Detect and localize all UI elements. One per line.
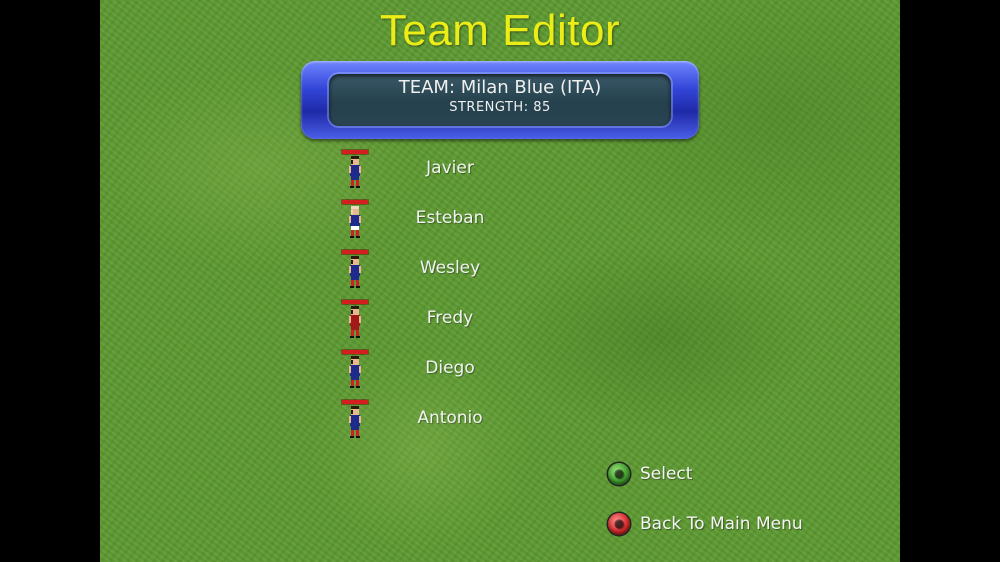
team-info-display: TEAM: Milan Blue (ITA) STRENGTH: 85 (329, 74, 671, 126)
team-selector-panel[interactable]: TEAM: Milan Blue (ITA) STRENGTH: 85 (301, 61, 699, 139)
player-sprite-icon (349, 256, 361, 288)
player-health-bar (342, 300, 368, 304)
player-name: Wesley (419, 258, 481, 278)
player-row[interactable]: Antonio (340, 400, 520, 440)
player-health-bar (342, 150, 368, 154)
player-row[interactable]: Wesley (340, 250, 520, 290)
player-sprite-icon (349, 356, 361, 388)
player-row[interactable]: Javier (340, 150, 520, 190)
player-sprite-icon (349, 306, 361, 338)
team-strength: STRENGTH: 85 (449, 100, 551, 115)
select-label: Select (640, 464, 693, 484)
green-button-icon: ● (608, 463, 630, 485)
back-label: Back To Main Menu (640, 514, 803, 534)
page-title: Team Editor (379, 6, 621, 55)
player-name: Esteban (415, 208, 485, 228)
player-sprite-icon (349, 156, 361, 188)
player-health-bar (342, 400, 368, 404)
player-name: Diego (425, 358, 475, 378)
red-button-icon: ● (608, 513, 630, 535)
player-row[interactable]: Esteban (340, 200, 520, 240)
player-sprite-icon (349, 406, 361, 438)
player-row[interactable]: Diego (340, 350, 520, 390)
player-name: Antonio (417, 408, 483, 428)
player-sprite-icon (349, 206, 361, 238)
player-name: Fredy (426, 308, 474, 328)
player-health-bar (342, 200, 368, 204)
player-health-bar (342, 250, 368, 254)
player-name: Javier (426, 158, 474, 178)
player-health-bar (342, 350, 368, 354)
team-name: TEAM: Milan Blue (ITA) (398, 77, 602, 98)
player-row[interactable]: Fredy (340, 300, 520, 340)
